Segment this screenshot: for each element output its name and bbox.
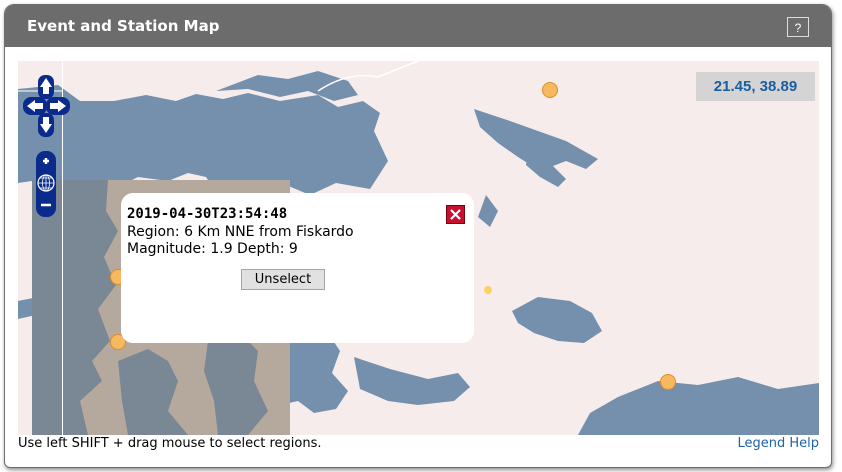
close-icon (450, 209, 461, 220)
event-region: Region: 6 Km NNE from Fiskardo (127, 224, 354, 240)
event-popup: 2019-04-30T23:54:48 Region: 6 Km NNE fro… (121, 193, 474, 343)
event-marker[interactable] (484, 286, 492, 294)
pan-control (23, 75, 70, 137)
event-marker[interactable] (542, 82, 558, 98)
coordinates-readout: 21.45, 38.89 (696, 72, 815, 101)
event-marker[interactable] (660, 374, 676, 390)
unselect-button[interactable]: Unselect (241, 269, 325, 290)
zoom-control (36, 151, 56, 217)
map-navigation-controls (23, 75, 70, 217)
help-button[interactable]: ? (787, 17, 809, 37)
map-viewport[interactable]: 21.45, 38.89 2019-04-30T23:54:48 Region:… (18, 61, 819, 435)
panel-title: Event and Station Map (27, 17, 220, 35)
event-station-map-panel: Event and Station Map ? 21.45, 38.89 201… (4, 4, 832, 468)
legend-help-link[interactable]: Legend Help (737, 436, 819, 451)
panel-header: Event and Station Map ? (5, 5, 831, 47)
event-time: 2019-04-30T23:54:48 (127, 206, 288, 222)
popup-close-button[interactable] (446, 205, 465, 224)
selection-hint: Use left SHIFT + drag mouse to select re… (18, 436, 322, 451)
event-magnitude-depth: Magnitude: 1.9 Depth: 9 (127, 241, 298, 257)
